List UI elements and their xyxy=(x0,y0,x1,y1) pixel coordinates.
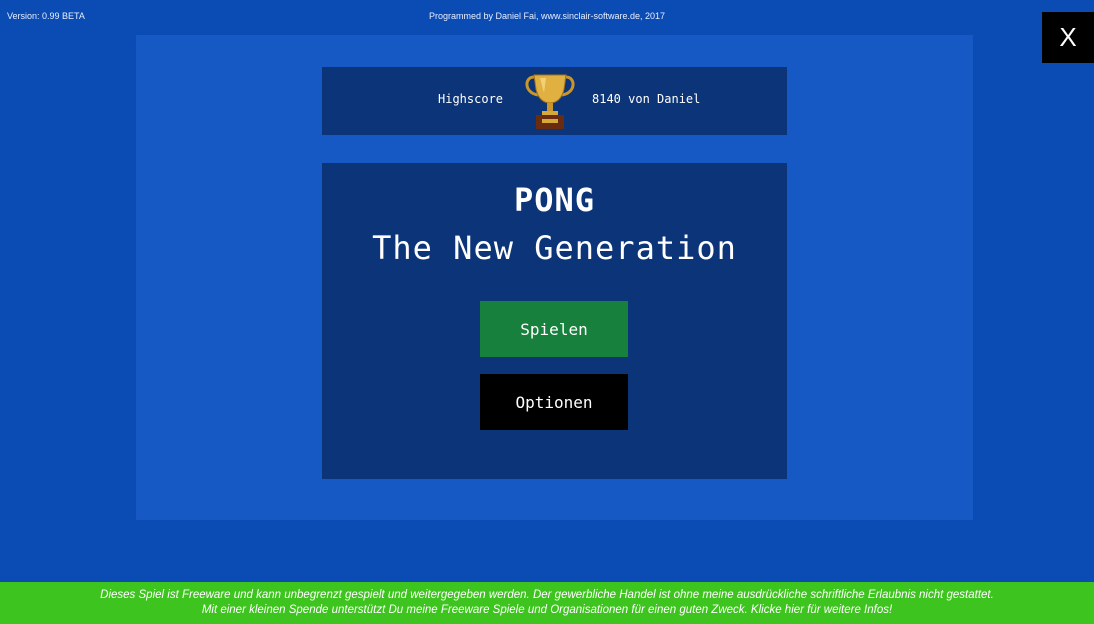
game-window: Version: 0.99 BETA Programmed by Daniel … xyxy=(0,0,1094,624)
trophy-icon xyxy=(525,74,575,129)
game-title: PONG xyxy=(513,181,596,219)
highscore-panel: Highscore 8140 von Daniel xyxy=(322,67,787,135)
play-button[interactable]: Spielen xyxy=(480,301,628,357)
game-subtitle: The New Generation xyxy=(372,229,737,267)
highscore-label: Highscore xyxy=(438,92,504,106)
credits-label: Programmed by Daniel Fai, www.sinclair-s… xyxy=(428,11,666,21)
footer-line-2: Mit einer kleinen Spende unterstützt Du … xyxy=(201,604,893,616)
highscore-value: 8140 von Daniel xyxy=(592,92,701,106)
options-button[interactable]: Optionen xyxy=(480,374,628,430)
freeware-info-banner[interactable]: Dieses Spiel ist Freeware und kann unbeg… xyxy=(0,582,1094,624)
close-button[interactable]: X xyxy=(1042,12,1094,63)
main-menu-panel: PONG The New Generation Spielen Optionen xyxy=(322,163,787,479)
footer-line-1: Dieses Spiel ist Freeware und kann unbeg… xyxy=(100,589,994,601)
